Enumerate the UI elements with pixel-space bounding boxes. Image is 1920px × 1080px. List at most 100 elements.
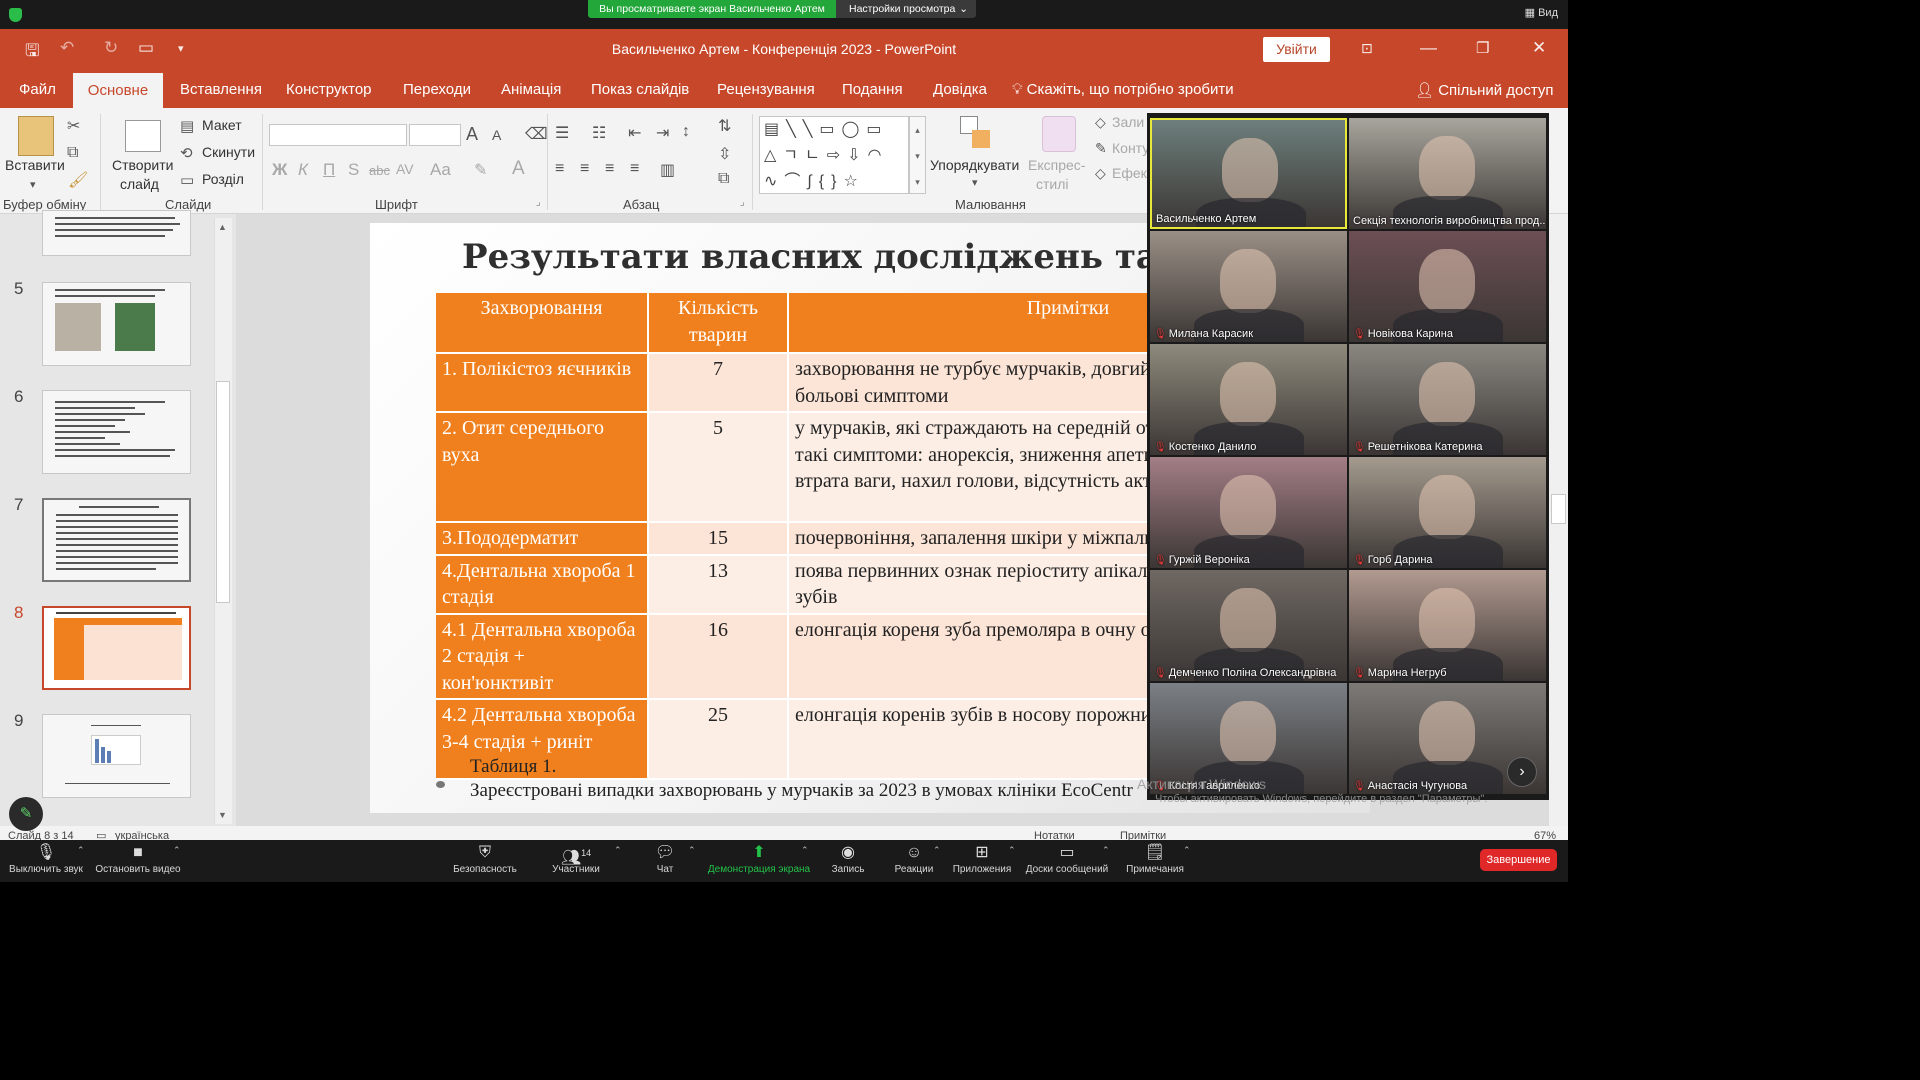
dialog-launcher-icon[interactable]: ⌟: [536, 197, 541, 208]
language-indicator[interactable]: українська: [115, 830, 169, 840]
format-painter-icon[interactable]: 🖌︎: [68, 170, 88, 190]
apps-button[interactable]: ⊞ Приложения ⌃: [952, 840, 1016, 882]
table-caption-number[interactable]: Таблиця 1.: [470, 756, 556, 778]
increase-font-icon[interactable]: A: [466, 124, 478, 145]
comments-button[interactable]: Примітки: [1120, 830, 1166, 840]
gallery-next-arrow-icon[interactable]: ›: [1507, 757, 1537, 787]
chevron-up-icon[interactable]: ⌃: [1008, 845, 1016, 856]
end-meeting-button[interactable]: Завершение: [1480, 849, 1557, 871]
participant-tile[interactable]: 🎙︎ Гуржій Вероніка: [1150, 457, 1347, 568]
chevron-down-icon[interactable]: ▾: [30, 178, 36, 191]
gallery-scroll[interactable]: ▴ ▾ ▾: [909, 116, 926, 194]
participant-tile[interactable]: Секція технологія виробництва прод...: [1349, 118, 1546, 229]
shape-outline-button[interactable]: Конту: [1112, 140, 1149, 156]
chevron-up-icon[interactable]: ⌃: [1183, 845, 1191, 856]
close-icon[interactable]: ✕: [1532, 38, 1546, 58]
scroll-down-icon[interactable]: ▼: [218, 810, 227, 820]
participant-tile[interactable]: 🎙︎ Решетнікова Катерина: [1349, 344, 1546, 455]
tab-view[interactable]: Подання: [842, 81, 903, 98]
chevron-down-icon[interactable]: ▾: [972, 176, 978, 189]
share-screen-button[interactable]: ⬆ Демонстрация экрана ⌃: [705, 840, 813, 882]
slide-vertical-scrollbar[interactable]: [1549, 214, 1568, 826]
quick-styles-button[interactable]: Експрес-: [1028, 157, 1085, 173]
char-spacing-button[interactable]: AV: [396, 161, 414, 177]
chevron-up-icon[interactable]: ⌃: [173, 845, 181, 856]
spellcheck-icon[interactable]: ▭: [96, 829, 106, 840]
participant-tile[interactable]: 🎙︎ Новікова Карина: [1349, 231, 1546, 342]
tab-transitions[interactable]: Переходи: [403, 81, 471, 98]
shield-icon[interactable]: [9, 8, 22, 22]
tab-insert[interactable]: Вставлення: [180, 81, 262, 98]
tab-file[interactable]: Файл: [19, 81, 56, 98]
increase-indent-icon[interactable]: ⇥: [656, 123, 669, 143]
text-direction-icon[interactable]: ⇅: [718, 116, 731, 136]
whiteboards-button[interactable]: ▭ Доски сообщений ⌃: [1024, 840, 1110, 882]
signin-button[interactable]: Увійти: [1263, 37, 1330, 62]
video-button[interactable]: ■ Остановить видео ⌃: [95, 840, 181, 882]
columns-icon[interactable]: ▥: [660, 160, 675, 180]
slide-scroll-thumb[interactable]: [1551, 494, 1566, 524]
tab-design[interactable]: Конструктор: [286, 81, 372, 98]
mute-button[interactable]: 🎙︎ Выключить звук ⌃: [5, 840, 87, 882]
highlight-icon[interactable]: ✎: [474, 160, 487, 180]
chevron-up-icon[interactable]: ⌃: [933, 845, 941, 856]
clear-format-icon[interactable]: ⌫: [525, 124, 548, 144]
justify-icon[interactable]: ≡: [630, 160, 639, 178]
chevron-up-icon[interactable]: ⌃: [1102, 845, 1110, 856]
notes-button[interactable]: 🗒︎ Примечания ⌃: [1125, 840, 1190, 882]
bullets-icon[interactable]: ☰: [555, 123, 569, 143]
font-color-icon[interactable]: A: [512, 158, 525, 180]
decrease-font-icon[interactable]: A: [492, 127, 501, 143]
slide-thumbnail-9[interactable]: [42, 714, 191, 798]
annotate-pen-icon[interactable]: ✎: [9, 797, 43, 831]
tab-review[interactable]: Рецензування: [717, 81, 815, 98]
reactions-button[interactable]: ☺ Реакции ⌃: [893, 840, 941, 882]
arrange-icon[interactable]: [960, 116, 992, 152]
redo-icon[interactable]: ↻: [104, 38, 118, 58]
minimize-icon[interactable]: —: [1420, 38, 1437, 58]
participant-tile[interactable]: 🎙︎ Милана Карасик: [1150, 231, 1347, 342]
view-button[interactable]: ▦ Вид: [1525, 6, 1558, 19]
thumbnail-scroll-thumb[interactable]: [216, 381, 230, 603]
change-case-button[interactable]: Aa: [430, 160, 451, 180]
save-icon[interactable]: 🖫: [25, 38, 39, 67]
table-caption-text[interactable]: Зареєстровані випадки захворювань у мурч…: [470, 780, 1133, 802]
new-slide-icon[interactable]: [125, 120, 161, 152]
participant-tile[interactable]: 🎙︎ Марина Негруб: [1349, 570, 1546, 681]
align-text-icon[interactable]: ⇳: [718, 144, 731, 164]
bold-button[interactable]: Ж: [272, 160, 287, 180]
tab-animations[interactable]: Анімація: [501, 81, 561, 98]
record-button[interactable]: ◉ Запись: [830, 840, 866, 882]
align-right-icon[interactable]: ≡: [605, 160, 614, 178]
chevron-up-icon[interactable]: ⌃: [614, 845, 622, 856]
line-spacing-icon[interactable]: ↕: [682, 123, 690, 141]
copy-icon[interactable]: ⧉: [67, 144, 78, 162]
font-size-input[interactable]: [409, 124, 461, 146]
tab-help[interactable]: Довідка: [933, 81, 987, 98]
shape-fill-button[interactable]: Зали: [1112, 114, 1144, 130]
customize-toolbar-icon[interactable]: ▾: [178, 42, 184, 55]
shadow-button[interactable]: S: [348, 160, 359, 180]
slide-thumbnail-6[interactable]: [42, 390, 191, 474]
slide-thumbnail-7[interactable]: [42, 498, 191, 582]
share-button[interactable]: 👤︎ Спільний доступ: [1415, 81, 1554, 99]
section-button[interactable]: Розділ: [202, 171, 244, 187]
chevron-up-icon[interactable]: ⌃: [801, 845, 809, 856]
slide-thumbnail-8-selected[interactable]: [42, 606, 191, 690]
reset-button[interactable]: Скинути: [202, 144, 255, 160]
cut-icon[interactable]: ✂: [67, 116, 80, 136]
dialog-launcher-icon[interactable]: ⌟: [740, 197, 745, 208]
notes-button[interactable]: Нотатки: [1034, 830, 1075, 840]
tab-home[interactable]: Основне: [73, 73, 163, 108]
present-icon[interactable]: ▭: [138, 38, 154, 58]
smartart-icon[interactable]: ⧉: [718, 170, 729, 188]
participant-tile[interactable]: Васильченко Артем: [1150, 118, 1347, 229]
quick-styles-icon[interactable]: [1042, 116, 1076, 152]
participant-tile[interactable]: 🎙︎ Демченко Поліна Олександрівна: [1150, 570, 1347, 681]
security-button[interactable]: ⛨ Безопасность: [450, 840, 520, 882]
numbering-icon[interactable]: ☷: [592, 123, 606, 143]
participant-tile[interactable]: 🎙︎ Костенко Данило: [1150, 344, 1347, 455]
layout-button[interactable]: Макет: [202, 117, 242, 133]
arrange-button[interactable]: Упорядкувати: [930, 157, 1019, 173]
participants-button[interactable]: 👥︎14 Участники ⌃: [548, 840, 621, 882]
